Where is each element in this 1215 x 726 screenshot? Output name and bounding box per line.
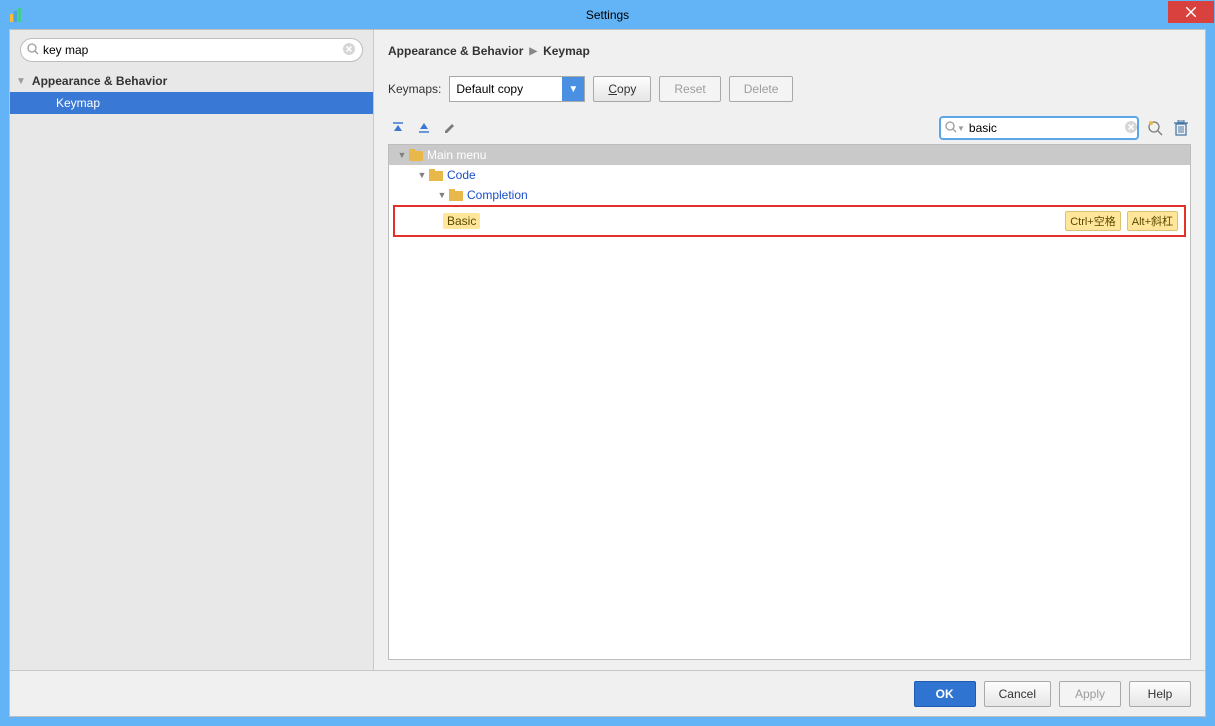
titlebar: Settings [1, 1, 1214, 29]
sidebar-item-keymap[interactable]: Keymap [10, 92, 373, 114]
chevron-right-icon: ▶ [529, 46, 537, 57]
expand-all-icon[interactable] [388, 118, 408, 138]
sidebar-group-appearance[interactable]: ▼ Appearance & Behavior [10, 70, 373, 92]
tree-label: Code [447, 168, 476, 182]
apply-button: Apply [1059, 681, 1121, 707]
sidebar-item-label: Keymap [56, 96, 100, 110]
dialog-buttons: OK Cancel Apply Help [10, 670, 1205, 716]
settings-search[interactable] [20, 38, 363, 62]
chevron-down-icon: ▼ [415, 170, 429, 180]
keymaps-select[interactable]: Default copy ▼ [449, 76, 585, 102]
shortcut-badge: Alt+斜杠 [1127, 211, 1178, 231]
folder-icon [409, 149, 423, 161]
keymaps-label: Keymaps: [388, 82, 441, 96]
delete-button: Delete [729, 76, 794, 102]
settings-sidebar: ▼ Appearance & Behavior Keymap [10, 30, 374, 716]
window-title: Settings [1, 8, 1214, 22]
folder-icon [449, 189, 463, 201]
trash-icon[interactable] [1171, 118, 1191, 138]
breadcrumb: Appearance & Behavior ▶ Keymap [388, 40, 1191, 62]
find-by-shortcut-icon[interactable] [1145, 118, 1165, 138]
shortcut-badge: Ctrl+空格 [1065, 211, 1121, 231]
edit-icon[interactable] [440, 118, 460, 138]
breadcrumb-part: Appearance & Behavior [388, 44, 523, 58]
ok-button[interactable]: OK [914, 681, 976, 707]
chevron-down-icon: ▼ [395, 150, 409, 160]
window-close-button[interactable] [1168, 1, 1214, 23]
search-icon [27, 43, 39, 58]
tree-action-basic[interactable]: Basic Ctrl+空格 Alt+斜杠 [393, 205, 1186, 237]
tree-node-code[interactable]: ▼ Code [389, 165, 1190, 185]
chevron-down-icon: ▼ [16, 76, 26, 87]
help-button[interactable]: Help [1129, 681, 1191, 707]
action-search-input[interactable] [967, 121, 1124, 135]
settings-search-input[interactable] [43, 43, 342, 57]
action-name: Basic [443, 213, 480, 229]
collapse-all-icon[interactable] [414, 118, 434, 138]
chevron-down-icon: ▼ [562, 77, 584, 101]
tree-label: Main menu [427, 148, 486, 162]
reset-button: Reset [659, 76, 720, 102]
cancel-button[interactable]: Cancel [984, 681, 1051, 707]
settings-main: Appearance & Behavior ▶ Keymap Keymaps: … [374, 30, 1205, 716]
folder-icon [429, 169, 443, 181]
search-icon [945, 121, 957, 136]
tree-label: Completion [467, 188, 528, 202]
clear-search-icon[interactable] [342, 42, 356, 59]
action-search[interactable]: ▼ [939, 116, 1139, 140]
tree-node-completion[interactable]: ▼ Completion [389, 185, 1190, 205]
chevron-down-icon: ▼ [435, 190, 449, 200]
keymap-tree[interactable]: ▼ Main menu ▼ Code ▼ Completion Basic [388, 144, 1191, 660]
keymaps-selected: Default copy [456, 82, 523, 96]
chevron-down-icon[interactable]: ▼ [957, 124, 965, 133]
breadcrumb-part: Keymap [543, 44, 590, 58]
sidebar-group-label: Appearance & Behavior [32, 74, 167, 88]
copy-button[interactable]: Copy [593, 76, 651, 102]
app-icon [7, 5, 27, 25]
clear-search-icon[interactable] [1124, 120, 1138, 137]
tree-node-main-menu[interactable]: ▼ Main menu [389, 145, 1190, 165]
